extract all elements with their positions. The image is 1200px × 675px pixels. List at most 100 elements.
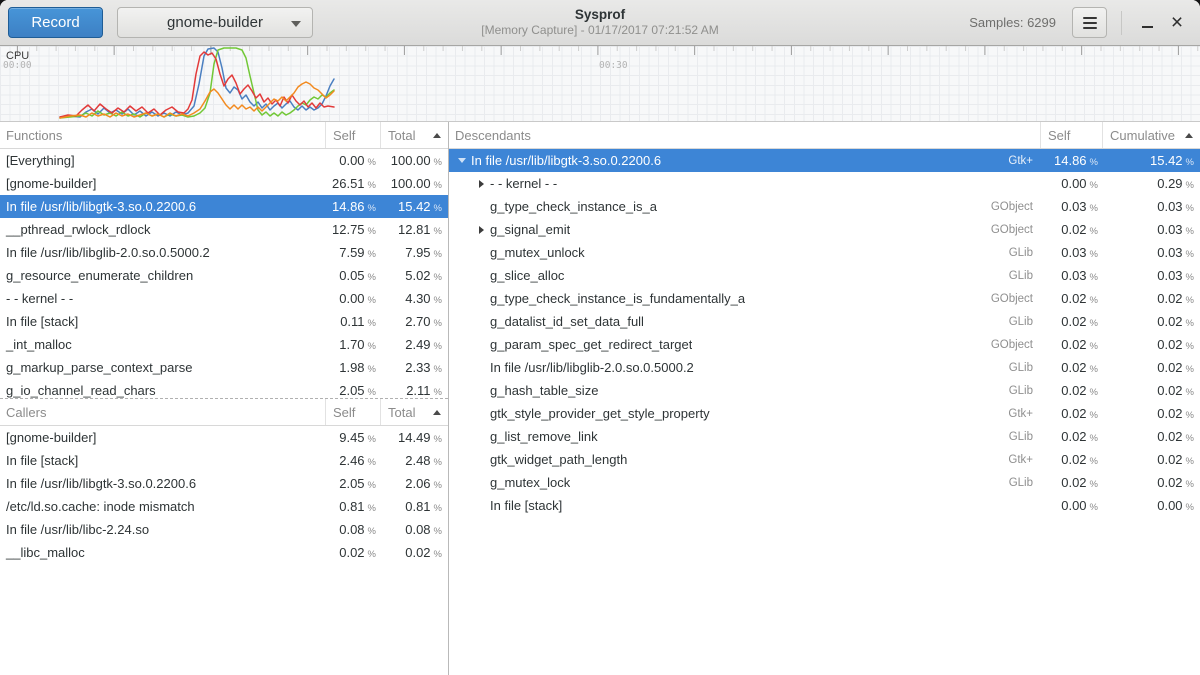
percent-value: 0.02% bbox=[1040, 337, 1102, 352]
percent-sign: % bbox=[1090, 479, 1098, 490]
tree-row[interactable]: - - kernel - -0.00%0.29% bbox=[449, 172, 1200, 195]
main-content: Functions Self Total [Everything]0.00%10… bbox=[0, 121, 1200, 675]
self-column-header[interactable]: Self bbox=[1040, 122, 1102, 148]
expander-open-icon[interactable] bbox=[457, 158, 467, 163]
self-column-header[interactable]: Self bbox=[325, 399, 380, 425]
close-icon: × bbox=[1171, 12, 1183, 33]
tree-row[interactable]: In file [stack]0.00%0.00% bbox=[449, 494, 1200, 517]
percent-sign: % bbox=[368, 549, 376, 560]
percent-sign: % bbox=[1090, 502, 1098, 513]
percent-sign: % bbox=[368, 434, 376, 445]
percent-value: 0.02% bbox=[1102, 291, 1200, 306]
total-column-header[interactable]: Total bbox=[380, 399, 448, 425]
table-row[interactable]: __pthread_rwlock_rdlock12.75%12.81% bbox=[0, 218, 448, 241]
expander-closed-icon[interactable] bbox=[476, 180, 486, 188]
header-bar: Record gnome-builder Sysprof [Memory Cap… bbox=[0, 0, 1200, 46]
self-column-header[interactable]: Self bbox=[325, 122, 380, 148]
tree-row[interactable]: g_type_check_instance_is_fundamentally_a… bbox=[449, 287, 1200, 310]
tree-row[interactable]: g_slice_allocGLib0.03%0.03% bbox=[449, 264, 1200, 287]
tree-row[interactable]: In file /usr/lib/libglib-2.0.so.0.5000.2… bbox=[449, 356, 1200, 379]
descendants-column-header[interactable]: Descendants bbox=[449, 128, 1040, 143]
samples-count: Samples: 6299 bbox=[969, 15, 1056, 30]
library-category: GObject bbox=[977, 293, 1040, 305]
percent-value: 0.00% bbox=[1102, 498, 1200, 513]
tree-row[interactable]: In file /usr/lib/libgtk-3.so.0.2200.6Gtk… bbox=[449, 149, 1200, 172]
percent-value: 0.02% bbox=[1102, 383, 1200, 398]
functions-column-header[interactable]: Functions bbox=[0, 128, 325, 143]
tree-row[interactable]: g_param_spec_get_redirect_targetGObject0… bbox=[449, 333, 1200, 356]
table-row[interactable]: In file /usr/lib/libc-2.24.so0.08%0.08% bbox=[0, 518, 448, 541]
library-category: GLib bbox=[977, 247, 1040, 259]
tree-row[interactable]: g_signal_emitGObject0.02%0.03% bbox=[449, 218, 1200, 241]
library-category: GLib bbox=[977, 270, 1040, 282]
target-process-dropdown[interactable]: gnome-builder bbox=[117, 7, 313, 38]
function-name: g_param_spec_get_redirect_target bbox=[490, 337, 692, 352]
percent-sign: % bbox=[368, 341, 376, 352]
percent-sign: % bbox=[1186, 272, 1194, 283]
function-name: gtk_widget_path_length bbox=[490, 452, 627, 467]
table-row[interactable]: [gnome-builder]9.45%14.49% bbox=[0, 426, 448, 449]
percent-sign: % bbox=[1090, 157, 1098, 168]
close-button[interactable]: × bbox=[1162, 8, 1192, 38]
library-category: GLib bbox=[977, 477, 1040, 489]
percent-sign: % bbox=[1090, 249, 1098, 260]
table-row[interactable]: __libc_malloc0.02%0.02% bbox=[0, 541, 448, 564]
table-row[interactable]: /etc/ld.so.cache: inode mismatch0.81%0.8… bbox=[0, 495, 448, 518]
cpu-line-red bbox=[60, 52, 334, 117]
minimize-button[interactable] bbox=[1132, 8, 1162, 38]
table-row[interactable]: In file [stack]0.11%2.70% bbox=[0, 310, 448, 333]
table-row[interactable]: In file /usr/lib/libglib-2.0.so.0.5000.2… bbox=[0, 241, 448, 264]
tree-row[interactable]: g_mutex_lockGLib0.02%0.02% bbox=[449, 471, 1200, 494]
table-row[interactable]: In file [stack]2.46%2.48% bbox=[0, 449, 448, 472]
callers-column-header[interactable]: Callers bbox=[0, 405, 325, 420]
function-name: In file /usr/lib/libgtk-3.so.0.2200.6 bbox=[471, 153, 661, 168]
function-name: __pthread_rwlock_rdlock bbox=[0, 222, 325, 237]
table-row[interactable]: g_resource_enumerate_children0.05%5.02% bbox=[0, 264, 448, 287]
table-row[interactable]: g_markup_parse_context_parse1.98%2.33% bbox=[0, 356, 448, 379]
function-name: g_mutex_lock bbox=[490, 475, 570, 490]
tree-row[interactable]: g_list_remove_linkGLib0.02%0.02% bbox=[449, 425, 1200, 448]
function-name: gtk_style_provider_get_style_property bbox=[490, 406, 710, 421]
percent-value: 0.11% bbox=[325, 314, 380, 329]
tree-row[interactable]: gtk_style_provider_get_style_propertyGtk… bbox=[449, 402, 1200, 425]
table-row[interactable]: [gnome-builder]26.51%100.00% bbox=[0, 172, 448, 195]
tree-row[interactable]: g_hash_table_sizeGLib0.02%0.02% bbox=[449, 379, 1200, 402]
table-row[interactable]: In file /usr/lib/libgtk-3.so.0.2200.614.… bbox=[0, 195, 448, 218]
percent-sign: % bbox=[434, 249, 442, 260]
tree-row[interactable]: g_mutex_unlockGLib0.03%0.03% bbox=[449, 241, 1200, 264]
cumulative-column-header[interactable]: Cumulative bbox=[1102, 122, 1200, 148]
percent-value: 2.33% bbox=[380, 360, 448, 375]
tree-row[interactable]: g_type_check_instance_is_aGObject0.03%0.… bbox=[449, 195, 1200, 218]
cpu-timeline-graph[interactable]: CPU 00:0000:30 bbox=[0, 46, 1200, 121]
percent-value: 2.48% bbox=[380, 453, 448, 468]
total-column-header[interactable]: Total bbox=[380, 122, 448, 148]
percent-value: 9.45% bbox=[325, 430, 380, 445]
header-right-group: Samples: 6299 × bbox=[969, 7, 1192, 38]
functions-table-header: Functions Self Total bbox=[0, 122, 448, 149]
percent-value: 0.29% bbox=[1102, 176, 1200, 191]
expander-closed-icon[interactable] bbox=[476, 226, 486, 234]
percent-sign: % bbox=[434, 295, 442, 306]
percent-sign: % bbox=[1186, 341, 1194, 352]
percent-value: 0.02% bbox=[1040, 452, 1102, 467]
function-name: In file /usr/lib/libgtk-3.so.0.2200.6 bbox=[0, 476, 325, 491]
function-name: __libc_malloc bbox=[0, 545, 325, 560]
percent-sign: % bbox=[1186, 249, 1194, 260]
library-category: GObject bbox=[977, 201, 1040, 213]
percent-value: 0.02% bbox=[1040, 383, 1102, 398]
table-row[interactable]: g_io_channel_read_chars2.05%2.11% bbox=[0, 379, 448, 398]
percent-sign: % bbox=[1186, 502, 1194, 513]
menu-button[interactable] bbox=[1072, 7, 1107, 38]
table-row[interactable]: - - kernel - -0.00%4.30% bbox=[0, 287, 448, 310]
header-separator bbox=[1121, 11, 1122, 35]
record-button[interactable]: Record bbox=[8, 7, 103, 38]
table-row[interactable]: In file /usr/lib/libgtk-3.so.0.2200.62.0… bbox=[0, 472, 448, 495]
tree-row[interactable]: g_datalist_id_set_data_fullGLib0.02%0.02… bbox=[449, 310, 1200, 333]
percent-value: 2.49% bbox=[380, 337, 448, 352]
percent-sign: % bbox=[1186, 203, 1194, 214]
percent-sign: % bbox=[1090, 456, 1098, 467]
tree-row[interactable]: gtk_widget_path_lengthGtk+0.02%0.02% bbox=[449, 448, 1200, 471]
table-row[interactable]: [Everything]0.00%100.00% bbox=[0, 149, 448, 172]
percent-value: 0.02% bbox=[1040, 360, 1102, 375]
table-row[interactable]: _int_malloc1.70%2.49% bbox=[0, 333, 448, 356]
